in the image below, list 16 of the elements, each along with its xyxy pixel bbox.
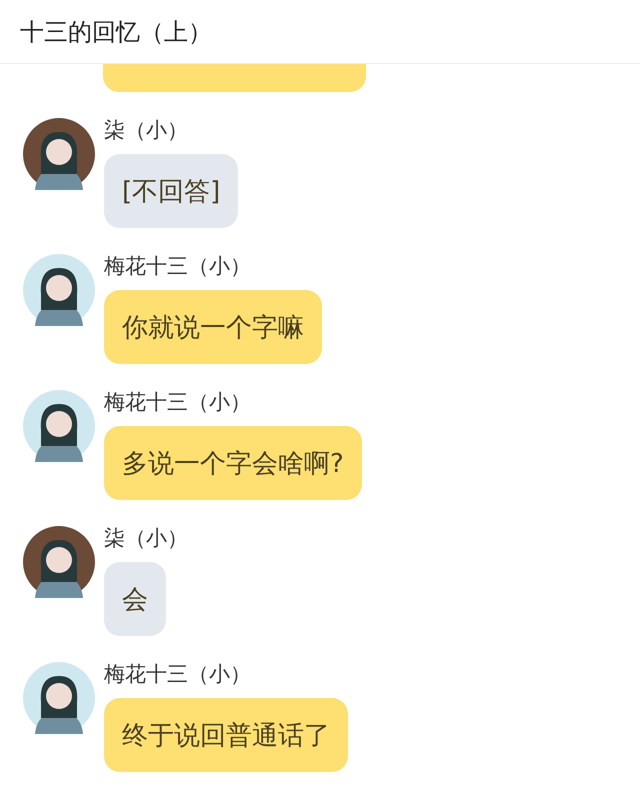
message-bubble: 终于说回普通话了 [104,698,348,772]
message-bubble: [不回答] [104,154,238,228]
sender-name: 梅花十三（小） [104,390,251,414]
sender-name: 柒（小） [104,118,188,142]
avatar[interactable] [23,254,95,326]
message-bubble: 你就说一个字嘛 [104,290,322,364]
avatar[interactable] [23,526,95,598]
sender-name: 梅花十三（小） [104,662,251,686]
message-bubble: 会 [104,562,166,636]
avatar[interactable] [23,390,95,462]
message-bubble: 多说一个字会啥啊? [104,426,362,500]
avatar[interactable] [23,662,95,734]
avatar[interactable] [23,118,95,190]
chat-title: 十三的回忆（上） [20,16,212,48]
sender-name: 柒（小） [104,526,188,550]
sender-name: 梅花十三（小） [104,254,251,278]
